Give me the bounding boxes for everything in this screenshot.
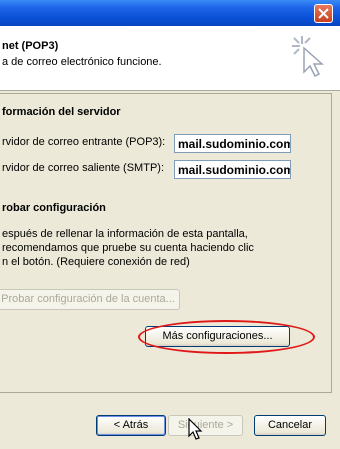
test-description-line3: n el botón. (Requiere conexión de red) <box>2 256 190 268</box>
incoming-server-field[interactable]: mail.sudominio.com <box>174 134 291 153</box>
test-description-line2: recomendamos que pruebe su cuenta hacien… <box>2 242 254 254</box>
wizard-content: formación del servidor rvidor de correo … <box>0 91 340 449</box>
outgoing-server-label: rvidor de correo saliente (SMTP): <box>2 162 164 174</box>
page-subtitle: a de correo electrónico funcione. <box>2 56 162 68</box>
window-titlebar[interactable] <box>0 0 340 26</box>
cancel-button[interactable]: Cancelar <box>254 415 326 436</box>
test-description-line1: espués de rellenar la información de est… <box>2 228 248 240</box>
test-settings-title: robar configuración <box>2 202 106 214</box>
wizard-cursor-icon <box>292 36 324 78</box>
server-info-title: formación del servidor <box>2 106 121 118</box>
outgoing-server-field[interactable]: mail.sudominio.com <box>174 160 291 179</box>
test-account-button[interactable]: Probar configuración de la cuenta... <box>0 289 180 310</box>
close-button[interactable] <box>314 4 333 23</box>
next-button[interactable]: Siguiente > <box>168 415 243 436</box>
close-icon <box>318 8 329 19</box>
wizard-header: net (POP3) a de correo electrónico funci… <box>0 26 340 91</box>
page-title: net (POP3) <box>2 40 59 52</box>
highlight-ellipse <box>138 320 315 354</box>
incoming-server-label: rvidor de correo entrante (POP3): <box>2 136 166 148</box>
mouse-pointer-icon <box>188 418 203 440</box>
back-button[interactable]: < Atrás <box>96 415 166 436</box>
